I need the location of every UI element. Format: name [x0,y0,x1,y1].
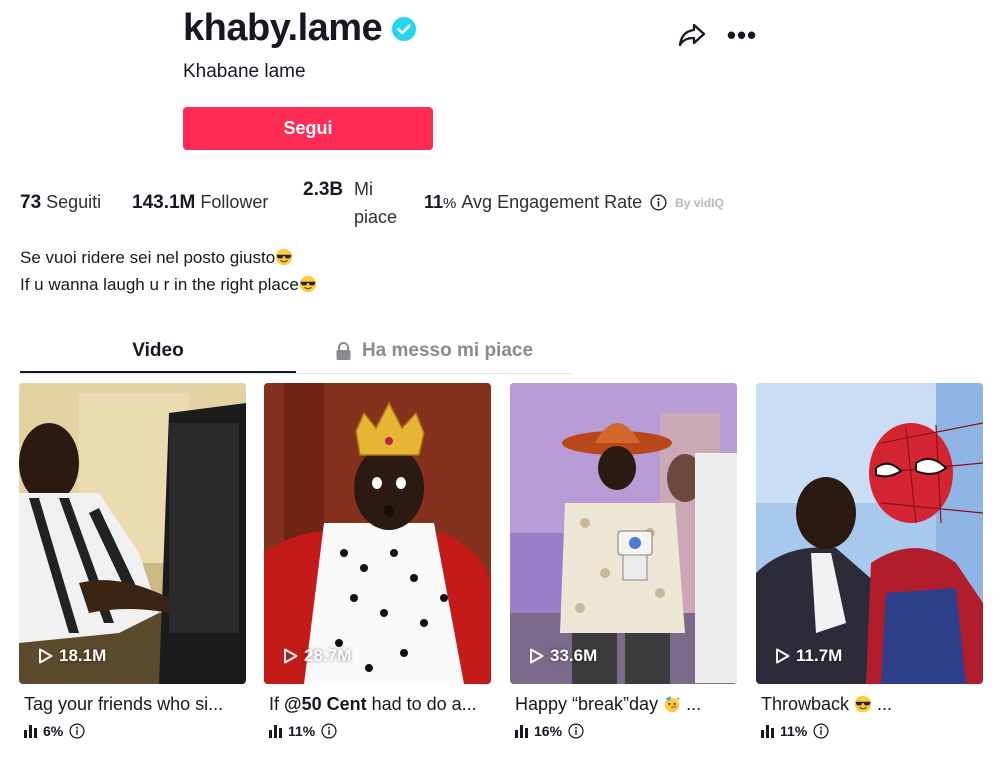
bar-chart-icon [515,724,528,738]
info-icon[interactable] [813,723,829,739]
video-thumbnail-image [756,383,983,684]
party-face-emoji-icon [664,695,680,713]
profile-header: khaby.lame [183,6,417,50]
follow-button[interactable]: Segui [183,107,433,150]
video-card[interactable]: 18.1M Tag your friends who si... 6% [19,383,246,739]
bar-chart-icon [24,724,37,738]
video-thumbnail[interactable]: 18.1M [19,383,246,684]
engagement-stat: 11% Avg Engagement Rate By vidIQ [424,192,724,213]
bar-chart-icon [269,724,282,738]
more-icon[interactable]: ••• [727,20,757,50]
video-caption[interactable]: If @50 Cent had to do a... [264,694,491,715]
view-count: 11.7M [775,646,842,666]
verified-badge-icon [392,17,417,41]
share-icon[interactable] [678,22,706,48]
video-caption[interactable]: Tag your friends who si... [19,694,246,715]
info-icon[interactable] [321,723,337,739]
video-card[interactable]: 11.7M Throwback ... 11% [756,383,983,739]
following-stat[interactable]: 73 Seguiti [20,192,101,214]
video-engagement: 6% [19,723,246,739]
video-engagement: 11% [264,723,491,739]
sunglasses-emoji-icon [299,275,316,293]
sunglasses-emoji-icon [276,248,293,266]
video-card[interactable]: 28.7M If @50 Cent had to do a... 11% [264,383,491,739]
video-thumbnail-image [510,383,737,684]
engagement-value: 11% [424,192,457,212]
followers-label: Follower [200,192,269,212]
following-count: 73 [20,192,42,213]
bio: Se vuoi ridere sei nel posto giusto If u… [20,244,317,298]
play-icon [776,648,790,664]
view-count: 28.7M [283,646,351,666]
followers-count: 143.1M [132,192,196,213]
vidiq-byline: By vidIQ [675,195,724,210]
bar-chart-icon [761,724,774,738]
tab-videos[interactable]: Video [20,330,296,372]
play-icon [284,648,298,664]
profile-tabs: Video Ha messo mi piace [20,330,572,374]
nickname: Khabane lame [183,61,306,82]
video-engagement: 11% [756,723,983,739]
tab-active-indicator [20,371,296,373]
likes-label: Mi [354,179,373,199]
video-thumbnail[interactable]: 33.6M [510,383,737,684]
lock-icon [336,341,351,360]
engagement-label: Avg Engagement Rate [461,192,643,212]
info-icon[interactable] [69,723,85,739]
bio-line-2: If u wanna laugh u r in the right place [20,271,317,298]
video-thumbnail-image [19,383,246,684]
sunglasses-emoji-icon [854,695,872,713]
followers-stat[interactable]: 143.1M Follower [132,192,268,214]
username: khaby.lame [183,7,383,49]
following-label: Seguiti [46,192,102,212]
profile-stats: 73 Seguiti 143.1M Follower 2.3B Mi piace 1… [20,178,780,238]
video-thumbnail[interactable]: 11.7M [756,383,983,684]
tab-liked[interactable]: Ha messo mi piace [296,330,572,372]
view-count: 33.6M [529,646,597,666]
video-caption[interactable]: Throwback ... [756,694,983,715]
video-thumbnail[interactable]: 28.7M [264,383,491,684]
view-count: 18.1M [38,646,106,666]
tab-liked-label: Ha messo mi piace [361,340,534,361]
info-icon[interactable] [650,194,667,211]
video-caption[interactable]: Happy “break”day ... [510,694,737,715]
likes-count: 2.3B [303,179,344,200]
video-thumbnail-image [264,383,491,684]
play-icon [39,648,53,664]
bio-line-1: Se vuoi ridere sei nel posto giusto [20,244,317,271]
play-icon [530,648,544,664]
info-icon[interactable] [568,723,584,739]
video-card[interactable]: 33.6M Happy “break”day ... 16% [510,383,737,739]
likes-label-cont: piace [354,207,398,227]
video-engagement: 16% [510,723,737,739]
